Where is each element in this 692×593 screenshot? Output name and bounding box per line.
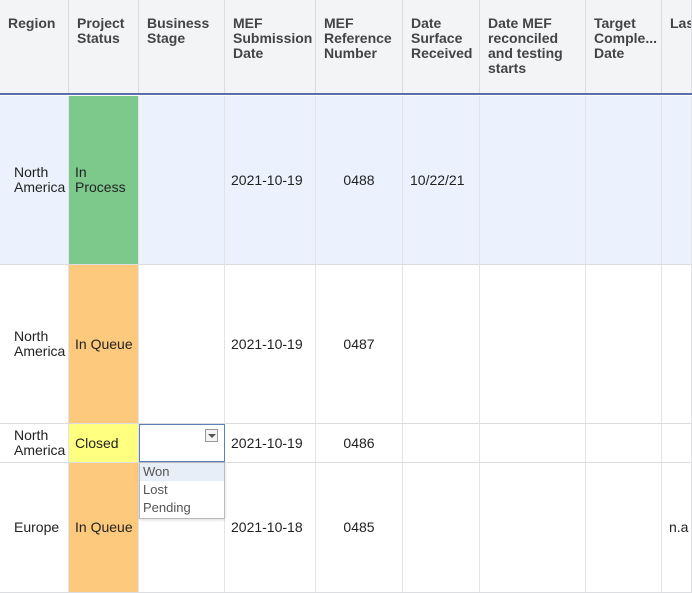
business-stage-dropdown: Won Lost Pending [139,462,225,519]
table-row[interactable]: North AmericaIn Queue 2021-10-190487 [0,265,692,424]
last-cell[interactable] [662,96,692,264]
table-row[interactable]: North AmericaClosed 2021-10-190486 [0,424,692,463]
dropdown-arrow-icon[interactable] [205,429,218,442]
business-stage-select[interactable] [139,424,225,462]
date-surface-received-cell[interactable] [403,424,480,462]
column-header-region[interactable]: Region [0,0,69,93]
mef-submission-date-cell[interactable]: 2021-10-19 [225,265,316,423]
date-reconciled-cell[interactable] [480,424,586,462]
business-stage-cell[interactable] [139,265,225,423]
date-reconciled-cell[interactable] [480,96,586,264]
column-header-business-stage[interactable]: Business Stage [139,0,225,93]
project-status-cell[interactable]: Closed [69,424,139,462]
last-cell[interactable] [662,265,692,423]
column-header-project-status[interactable]: Project Status [69,0,139,93]
region-cell[interactable]: North America [0,424,69,462]
target-completion-cell[interactable] [586,424,662,462]
project-status-cell[interactable]: In Queue [69,463,139,592]
mef-reference-number-cell[interactable]: 0487 [316,265,403,423]
date-surface-received-cell[interactable]: 10/22/21 [403,96,480,264]
column-header-date-surface-received[interactable]: Date Surface Received [403,0,480,93]
data-grid: RegionProject StatusBusiness StageMEF Su… [0,0,692,593]
mef-reference-number-cell[interactable]: 0488 [316,96,403,264]
mef-submission-date-cell[interactable]: 2021-10-19 [225,424,316,462]
business-stage-cell[interactable] [139,96,225,264]
mef-submission-date-cell[interactable]: 2021-10-19 [225,96,316,264]
date-reconciled-cell[interactable] [480,463,586,592]
region-cell[interactable]: North America [0,265,69,423]
project-status-cell[interactable]: In Queue [69,265,139,423]
region-cell[interactable]: Europe [0,463,69,592]
dropdown-option-won[interactable]: Won [140,463,224,481]
column-header-target-completion-date[interactable]: Target Comple... Date [586,0,662,93]
table-row[interactable]: EuropeIn Queue 2021-10-180485 n.a [0,463,692,593]
target-completion-cell[interactable] [586,96,662,264]
region-cell[interactable]: North America [0,96,69,264]
date-surface-received-cell[interactable] [403,265,480,423]
date-surface-received-cell[interactable] [403,463,480,592]
mef-submission-date-cell[interactable]: 2021-10-18 [225,463,316,592]
date-reconciled-cell[interactable] [480,265,586,423]
last-cell[interactable]: n.a [662,463,692,592]
last-cell[interactable] [662,424,692,462]
column-header-last[interactable]: Las [662,0,692,93]
column-header-mef-submission-date[interactable]: MEF Submission Date [225,0,316,93]
column-header-date-mef-reconciled[interactable]: Date MEF reconciled and testing starts [480,0,586,93]
project-status-cell[interactable]: In Process [69,96,139,264]
mef-reference-number-cell[interactable]: 0485 [316,463,403,592]
target-completion-cell[interactable] [586,463,662,592]
dropdown-option-pending[interactable]: Pending [140,499,224,517]
dropdown-option-lost[interactable]: Lost [140,481,224,499]
target-completion-cell[interactable] [586,265,662,423]
table-row[interactable]: North AmericaIn Process 2021-10-19048810/… [0,96,692,265]
column-header-mef-reference-number[interactable]: MEF Reference Number [316,0,403,93]
mef-reference-number-cell[interactable]: 0486 [316,424,403,462]
